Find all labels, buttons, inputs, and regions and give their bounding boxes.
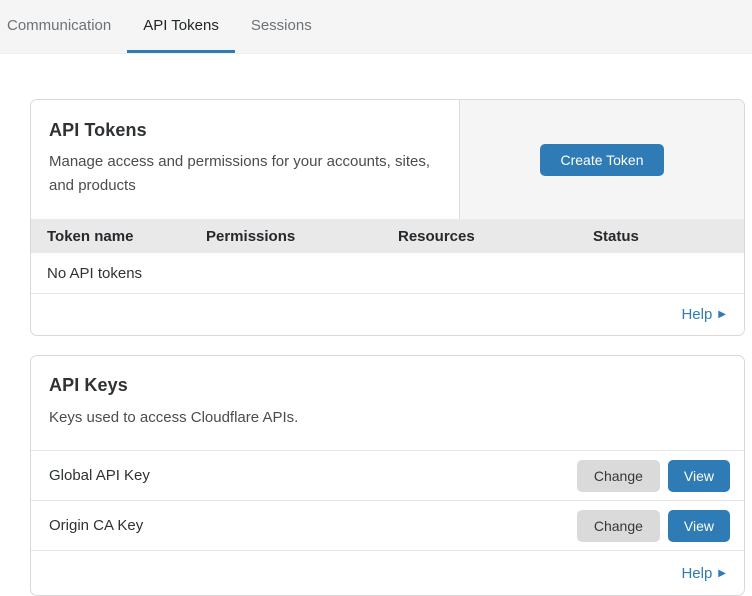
api-keys-card-header: API Keys Keys used to access Cloudflare … bbox=[31, 356, 744, 451]
tab-sessions[interactable]: Sessions bbox=[235, 0, 328, 53]
api-tokens-description: Manage access and permissions for your a… bbox=[49, 150, 441, 198]
column-header-status: Status bbox=[593, 228, 744, 245]
view-origin-ca-key-button[interactable]: View bbox=[668, 510, 730, 542]
token-table-header: Token name Permissions Resources Status bbox=[31, 219, 744, 253]
help-link-label: Help bbox=[681, 565, 712, 582]
column-header-permissions: Permissions bbox=[206, 228, 398, 245]
api-keys-title: API Keys bbox=[49, 375, 726, 396]
api-keys-help-row: Help ▶ bbox=[31, 551, 744, 595]
view-global-api-key-button[interactable]: View bbox=[668, 460, 730, 492]
help-arrow-icon: ▶ bbox=[718, 568, 726, 579]
key-row-origin-ca-key: Origin CA Key Change View bbox=[31, 501, 744, 551]
change-origin-ca-key-button[interactable]: Change bbox=[577, 510, 660, 542]
change-global-api-key-button[interactable]: Change bbox=[577, 460, 660, 492]
api-tokens-card-header: API Tokens Manage access and permissions… bbox=[31, 100, 744, 219]
api-tokens-card: API Tokens Manage access and permissions… bbox=[30, 99, 745, 336]
tab-bar: Communication API Tokens Sessions bbox=[0, 0, 752, 54]
tab-api-tokens[interactable]: API Tokens bbox=[127, 0, 235, 53]
key-name: Origin CA Key bbox=[49, 517, 577, 534]
api-tokens-title: API Tokens bbox=[49, 120, 441, 141]
api-tokens-help-row: Help ▶ bbox=[31, 294, 744, 335]
api-tokens-action-panel: Create Token bbox=[459, 100, 744, 219]
tab-communication[interactable]: Communication bbox=[7, 0, 127, 53]
help-arrow-icon: ▶ bbox=[718, 309, 726, 320]
create-token-button[interactable]: Create Token bbox=[540, 144, 663, 176]
api-tokens-card-header-text: API Tokens Manage access and permissions… bbox=[31, 100, 459, 219]
api-keys-card: API Keys Keys used to access Cloudflare … bbox=[30, 355, 745, 596]
api-keys-help-link[interactable]: Help ▶ bbox=[681, 565, 726, 582]
token-table-empty-row: No API tokens bbox=[31, 253, 744, 294]
api-keys-description: Keys used to access Cloudflare APIs. bbox=[49, 406, 449, 430]
help-link-label: Help bbox=[681, 306, 712, 323]
column-header-resources: Resources bbox=[398, 228, 593, 245]
empty-message: No API tokens bbox=[47, 265, 142, 282]
key-name: Global API Key bbox=[49, 467, 577, 484]
column-header-token-name: Token name bbox=[47, 228, 206, 245]
api-tokens-help-link[interactable]: Help ▶ bbox=[681, 306, 726, 323]
key-row-global-api-key: Global API Key Change View bbox=[31, 451, 744, 501]
